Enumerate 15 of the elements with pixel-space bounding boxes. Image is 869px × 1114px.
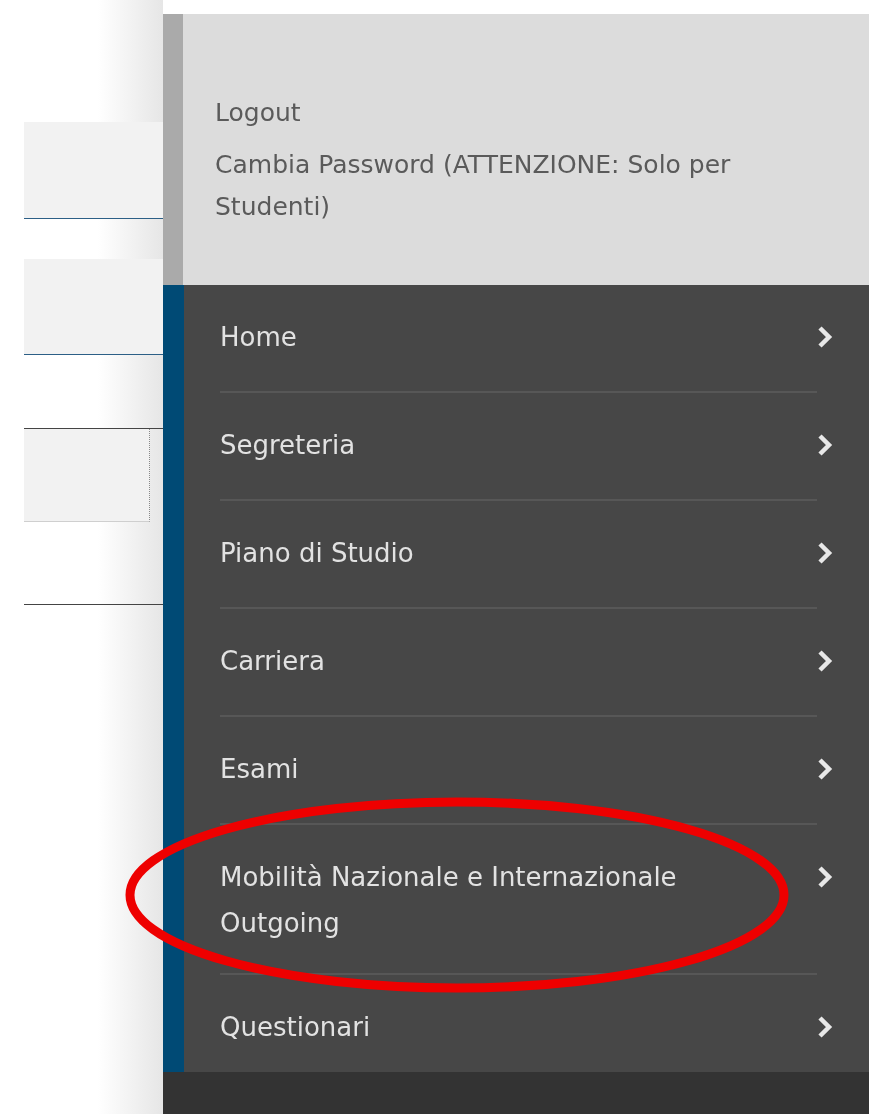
chevron-right-icon <box>817 866 833 888</box>
chevron-right-icon <box>817 326 833 348</box>
menu-item[interactable]: Esami <box>220 746 299 792</box>
menu-item[interactable]: Questionari <box>220 1004 371 1050</box>
account-link[interactable]: Cambia Password (ATTENZIONE: Solo per Studenti) <box>215 144 815 228</box>
menu-item[interactable]: Segreteria <box>220 422 356 468</box>
menu-item[interactable]: Home <box>220 314 297 360</box>
menu-item[interactable]: Piano di Studio <box>220 530 414 576</box>
chevron-right-icon <box>817 542 833 564</box>
chevron-right-icon <box>817 758 833 780</box>
account-link[interactable]: Logout <box>215 92 815 134</box>
chevron-right-icon <box>817 434 833 456</box>
chevron-right-icon <box>817 1016 833 1038</box>
menu-item[interactable]: Carriera <box>220 638 325 684</box>
chevron-right-icon <box>817 650 833 672</box>
